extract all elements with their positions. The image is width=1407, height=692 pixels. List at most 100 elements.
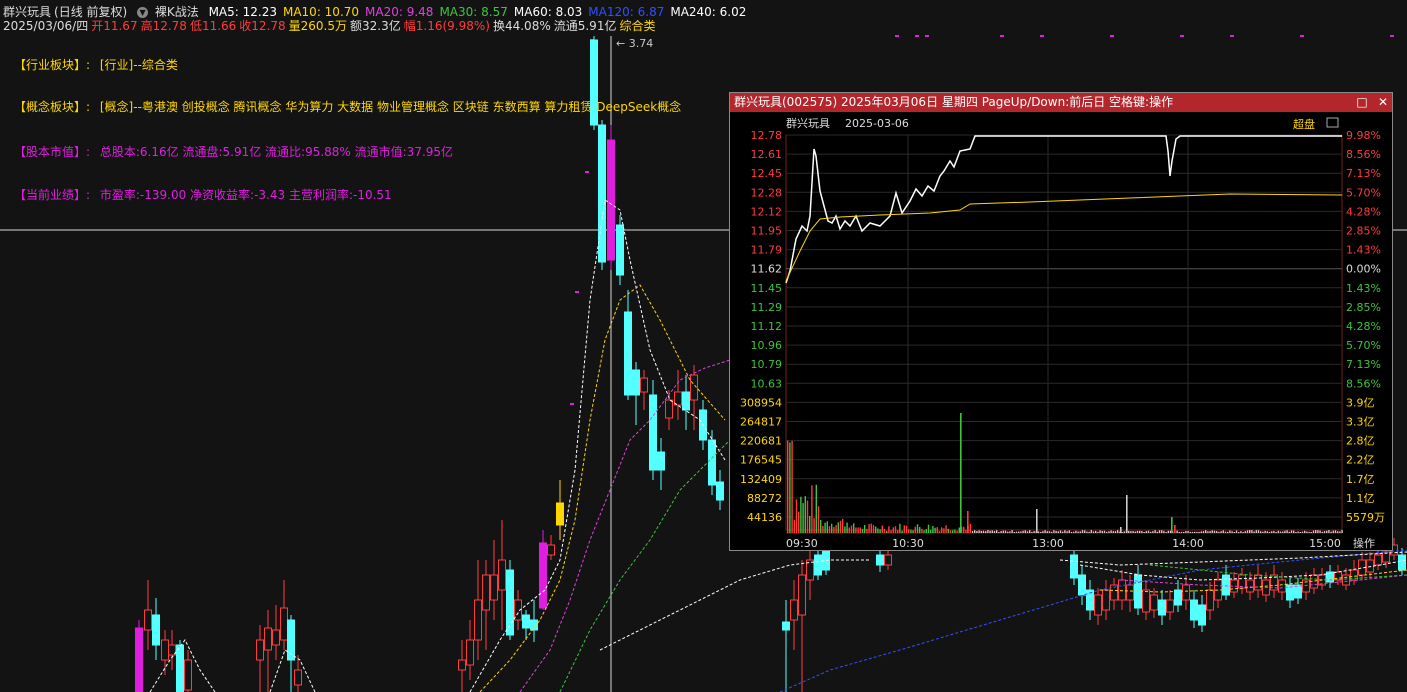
candle-body — [1078, 574, 1086, 596]
volume-bar — [1339, 531, 1341, 533]
volume-bar — [877, 528, 879, 533]
volume-bar — [806, 500, 809, 533]
volume-bar — [1073, 531, 1075, 533]
volume-bar — [1288, 531, 1290, 533]
volume-bar — [1266, 531, 1268, 533]
intraday-popup[interactable]: 群兴玩具(002575) 2025年03月06日 星期四 PageUp/Down… — [729, 92, 1393, 551]
ops-button[interactable]: 操作 — [1353, 536, 1375, 550]
volume-bar — [947, 528, 949, 533]
ma20-line — [519, 359, 731, 692]
volume-bar — [989, 530, 991, 533]
volume-bar — [1284, 530, 1286, 533]
price-label: 10.96 — [751, 339, 783, 352]
volume-bar — [1044, 530, 1046, 533]
volume-bar — [1218, 531, 1220, 533]
volume-bar — [844, 526, 846, 533]
volume-bar — [1108, 531, 1110, 533]
volume-bar — [1189, 531, 1191, 533]
cap-row: 【股本市值】: 总股本:6.16亿 流通盘:5.91亿 流通比:95.88% 流… — [14, 143, 459, 160]
volume-bar — [1310, 531, 1312, 533]
volume-bar — [1020, 531, 1022, 533]
high-price-value: 3.74 — [628, 37, 654, 50]
volume-bar — [1057, 531, 1059, 533]
amount-label: 5579万 — [1346, 511, 1385, 524]
volume-bar — [976, 531, 978, 533]
concept-value[interactable]: [概念]--粤港澳 创投概念 腾讯概念 华为算力 大数据 物业管理概念 区块链 … — [100, 100, 681, 114]
quote-field: 综合类 — [619, 19, 656, 33]
volume-label: 44136 — [747, 511, 782, 524]
volume-bar — [1117, 530, 1119, 533]
candle-body — [1374, 554, 1382, 566]
perf-label: 【当前业绩】: — [14, 188, 91, 202]
time-label: 13:00 — [1032, 537, 1064, 550]
volume-bar — [826, 521, 828, 533]
volume-bar — [1332, 530, 1334, 533]
volume-bar — [1092, 531, 1095, 533]
volume-bar — [1319, 530, 1321, 533]
volume-bar — [804, 496, 806, 533]
candle-body — [649, 394, 657, 471]
volume-bar — [1244, 531, 1246, 533]
volume-bar — [824, 522, 826, 533]
volume-bar — [795, 499, 798, 533]
quote-field: 2025/03/06/四 — [3, 19, 89, 33]
candle-body — [458, 659, 466, 671]
price-label: 11.79 — [751, 244, 783, 257]
volume-bar — [1246, 530, 1249, 533]
candle-body — [782, 621, 790, 631]
quote-field: 收12.78 — [239, 19, 286, 33]
candle-body — [264, 627, 272, 651]
candle-body — [466, 639, 474, 666]
volume-bar — [1323, 530, 1326, 533]
maximize-icon[interactable]: □ — [1354, 93, 1370, 112]
volume-bar — [1275, 531, 1277, 533]
volume-bar — [1242, 531, 1244, 533]
volume-bar — [1004, 530, 1007, 533]
volume-bar — [1029, 530, 1031, 533]
volume-bar — [1326, 530, 1328, 533]
volume-bar — [1337, 531, 1339, 533]
candle-body — [152, 614, 160, 646]
volume-bar — [1277, 530, 1279, 533]
volume-bar — [1075, 530, 1077, 533]
volume-bar — [919, 527, 921, 533]
superpan-button[interactable]: 超盘 — [1293, 117, 1315, 131]
price-label: 10.79 — [751, 358, 783, 371]
ma60-line — [1059, 551, 1407, 566]
candle-body — [876, 554, 884, 566]
time-label: 14:00 — [1172, 537, 1204, 550]
time-label: 15:00 — [1309, 537, 1341, 550]
volume-bar — [1132, 531, 1134, 533]
volume-bar — [1123, 531, 1125, 533]
candle-body — [814, 554, 822, 576]
candle-body — [1166, 599, 1174, 613]
volume-bar — [1013, 531, 1015, 533]
price-label: 12.78 — [751, 129, 783, 142]
volume-bar — [1213, 530, 1216, 533]
volume-bar — [1022, 530, 1024, 533]
volume-bar — [811, 485, 813, 533]
volume-bar — [1196, 531, 1198, 533]
volume-bar — [1238, 531, 1240, 533]
industry-value[interactable]: [行业]--综合类 — [100, 58, 178, 72]
volume-bar — [1271, 531, 1273, 533]
volume-bar — [881, 525, 883, 533]
volume-bar — [1147, 530, 1150, 533]
volume-bar — [1304, 530, 1306, 533]
volume-bar — [897, 529, 899, 533]
volume-bar — [1077, 531, 1079, 533]
intraday-chart[interactable]: 群兴玩具 2025-03-06 超盘 12.78 9.98% 12.61 8.56% 12.4… — [730, 113, 1392, 551]
amount-label: 2.2亿 — [1346, 454, 1375, 467]
candle-body — [1294, 584, 1302, 599]
volume-bar — [910, 529, 912, 533]
volume-bar — [1178, 531, 1180, 533]
close-icon[interactable]: ✕ — [1375, 93, 1391, 112]
volume-bar — [1282, 531, 1284, 533]
popup-titlebar[interactable]: 群兴玩具(002575) 2025年03月06日 星期四 PageUp/Down… — [730, 93, 1392, 112]
volume-bar — [958, 527, 960, 533]
volume-bar — [1062, 531, 1064, 533]
volume-bar — [1233, 531, 1235, 533]
candle-body — [708, 439, 716, 486]
industry-label: 【行业板块】: — [14, 58, 91, 72]
volume-bar — [886, 530, 888, 533]
